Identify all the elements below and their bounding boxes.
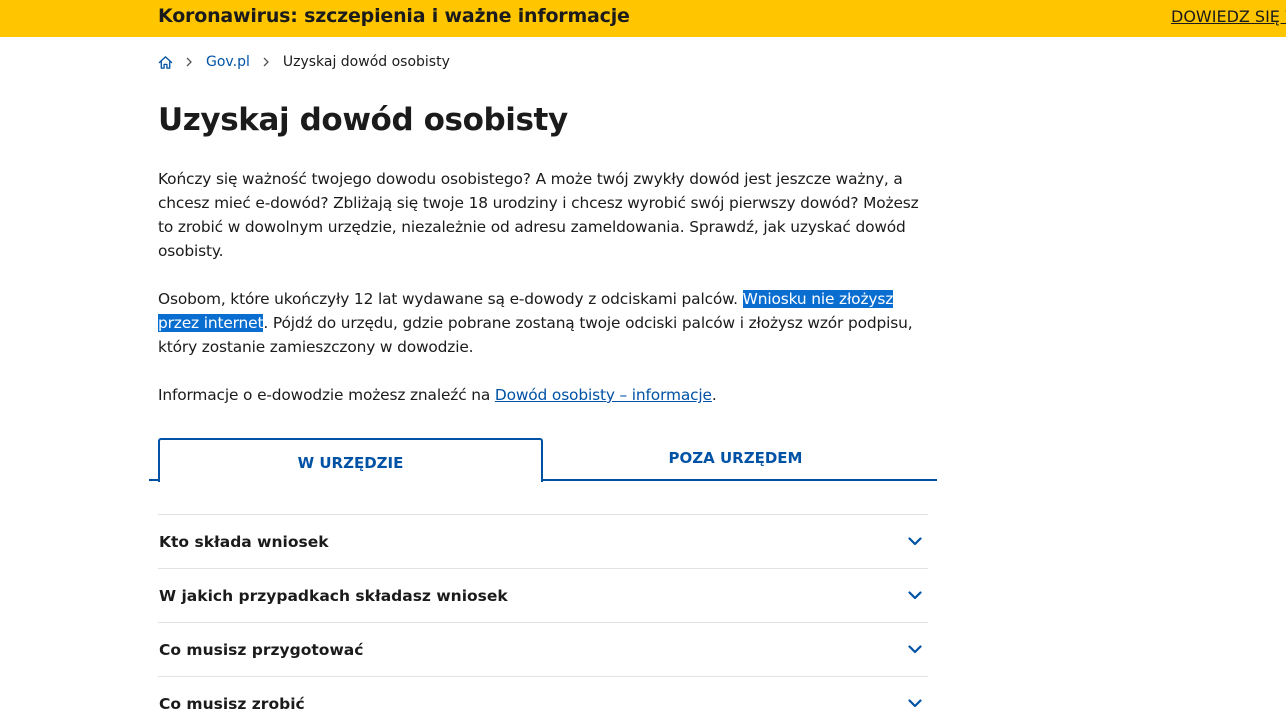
tab-bar: W URZĘDZIE POZA URZĘDEM xyxy=(149,438,937,482)
banner-more-link[interactable]: DOWIEDZ SIĘ WIĘCEJ xyxy=(1171,7,1286,26)
chevron-down-icon xyxy=(908,645,922,654)
page-title: Uzyskaj dowód osobisty xyxy=(158,102,568,138)
para2-text-start: Osobom, które ukończyły 12 lat wydawane … xyxy=(158,290,743,308)
chevron-down-icon xyxy=(908,699,922,708)
covid-banner: Koronawirus: szczepienia i ważne informa… xyxy=(0,0,1286,37)
accordion-item-co-zrobic[interactable]: Co musisz zrobić xyxy=(158,676,928,724)
accordion-item-label: Kto składa wniosek xyxy=(159,532,329,551)
para2-text-end: . Pójdź do urzędu, gdzie pobrane zostaną… xyxy=(158,314,913,356)
accordion-item-label: W jakich przypadkach składasz wniosek xyxy=(159,586,508,605)
accordion-item-label: Co musisz przygotować xyxy=(159,640,364,659)
breadcrumb: Gov.pl Uzyskaj dowód osobisty xyxy=(158,52,450,72)
para3-text-start: Informacje o e-dowodzie możesz znaleźć n… xyxy=(158,386,495,404)
tab-w-urzedzie[interactable]: W URZĘDZIE xyxy=(158,438,543,482)
chevron-down-icon xyxy=(908,537,922,546)
accordion-item-w-jakich-przypadkach[interactable]: W jakich przypadkach składasz wniosek xyxy=(158,568,928,622)
banner-title: Koronawirus: szczepienia i ważne informa… xyxy=(158,5,630,27)
breadcrumb-gov-link[interactable]: Gov.pl xyxy=(206,54,250,70)
fingerprint-paragraph: Osobom, które ukończyły 12 lat wydawane … xyxy=(158,287,928,359)
para3-text-end: . xyxy=(711,386,717,404)
accordion: Kto składa wniosek W jakich przypadkach … xyxy=(158,514,928,724)
accordion-item-co-przygotowac[interactable]: Co musisz przygotować xyxy=(158,622,928,676)
tab-poza-urzedem[interactable]: POZA URZĘDEM xyxy=(543,438,928,482)
e-id-info-paragraph: Informacje o e-dowodzie możesz znaleźć n… xyxy=(158,383,928,407)
chevron-right-icon xyxy=(186,57,192,67)
accordion-item-label: Co musisz zrobić xyxy=(159,694,305,713)
chevron-down-icon xyxy=(908,591,922,600)
breadcrumb-current: Uzyskaj dowód osobisty xyxy=(282,54,450,70)
home-icon[interactable] xyxy=(158,55,173,70)
accordion-item-kto-sklada[interactable]: Kto składa wniosek xyxy=(158,514,928,568)
e-id-info-link[interactable]: Dowód osobisty – informacje xyxy=(495,386,712,404)
chevron-right-icon xyxy=(263,57,269,67)
intro-paragraph: Kończy się ważność twojego dowodu osobis… xyxy=(158,170,919,260)
